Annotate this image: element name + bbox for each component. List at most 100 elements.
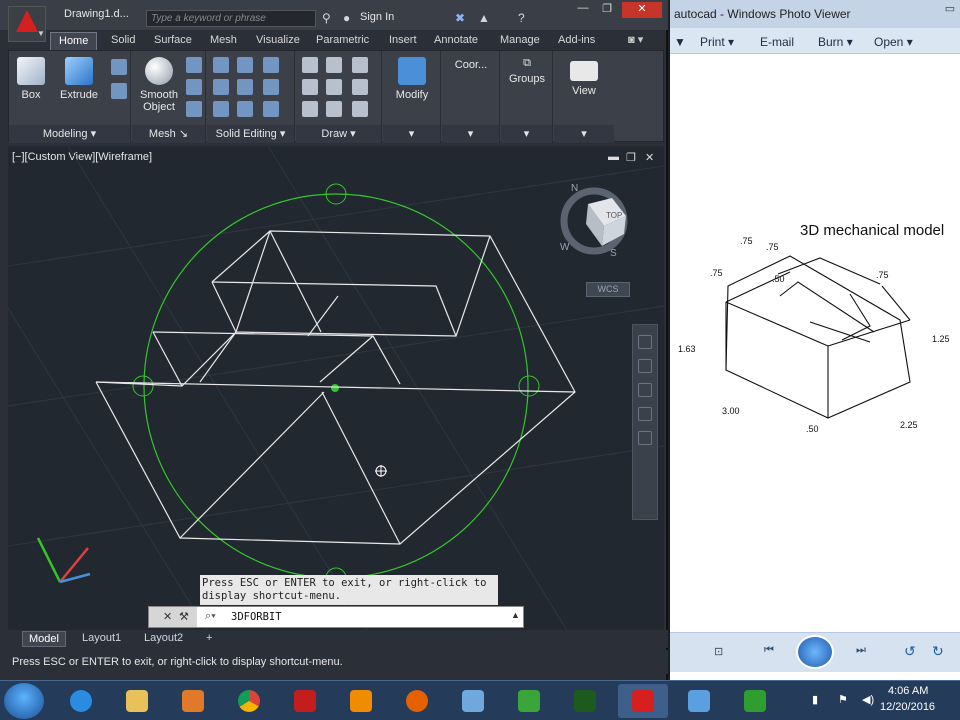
tab-layout2[interactable]: Layout2 xyxy=(138,631,189,647)
modify-panel-title[interactable]: ▾ xyxy=(383,125,440,143)
polysolid-icon[interactable] xyxy=(111,59,127,75)
chevron-up-icon[interactable]: ▲ xyxy=(511,610,520,620)
ellipse-icon[interactable] xyxy=(326,101,342,117)
taskbar-vlc[interactable] xyxy=(336,684,386,718)
view-panel-title[interactable]: ▾ xyxy=(554,125,614,143)
clock-time[interactable]: 4:06 AM xyxy=(888,685,928,697)
taskbar-media[interactable] xyxy=(168,684,218,718)
showmotion-icon[interactable] xyxy=(638,431,652,445)
hatch-icon[interactable] xyxy=(352,101,368,117)
taskbar-ie[interactable] xyxy=(56,684,106,718)
polygon-icon[interactable] xyxy=(302,101,318,117)
tab-model[interactable]: Model xyxy=(22,631,66,647)
recent-commands-icon[interactable]: ⌕▾ xyxy=(205,610,216,623)
menu-print[interactable]: Print ▾ xyxy=(700,35,734,49)
drawing-viewport[interactable]: [−][Custom View][Wireframe] ▬ ❐ ✕ N W S … xyxy=(8,146,664,632)
fit-window-icon[interactable]: ⊡ xyxy=(714,645,723,658)
network-icon[interactable]: ▮ xyxy=(812,693,818,706)
orbit-arcball[interactable] xyxy=(132,183,540,589)
line-icon[interactable] xyxy=(302,57,318,73)
mesh-crease-icon[interactable] xyxy=(186,101,202,117)
subtract-icon[interactable] xyxy=(213,79,229,95)
extrude-button[interactable]: Extrude xyxy=(57,57,101,101)
tab-surface[interactable]: Surface xyxy=(146,32,200,50)
menu-email[interactable]: E-mail xyxy=(760,35,794,49)
tab-insert[interactable]: Insert xyxy=(381,32,425,50)
viewcube[interactable]: N W S TOP xyxy=(560,183,628,259)
modeling-panel-title[interactable]: Modeling ▾ xyxy=(9,125,130,143)
groups-button[interactable]: ⧉ Groups xyxy=(503,57,551,85)
taskbar-terminal[interactable] xyxy=(560,684,610,718)
spline-icon[interactable] xyxy=(352,57,368,73)
wcs-menu[interactable]: WCS xyxy=(586,282,630,297)
coordinates-button[interactable]: Coor... xyxy=(446,59,496,71)
tab-layout1[interactable]: Layout1 xyxy=(76,631,127,647)
tab-home[interactable]: Home xyxy=(50,32,98,50)
union-icon[interactable] xyxy=(213,57,229,73)
tab-annotate[interactable]: Annotate xyxy=(426,32,486,50)
presspull-icon[interactable] xyxy=(111,83,127,99)
command-input[interactable]: 3DFORBIT xyxy=(231,611,282,623)
solid-editing-panel-title[interactable]: Solid Editing ▾ xyxy=(207,125,294,143)
box-button[interactable]: Box xyxy=(15,57,47,101)
separate-icon[interactable] xyxy=(263,101,279,117)
menu-burn[interactable]: Burn ▾ xyxy=(818,35,853,49)
photo-viewer-close-icon[interactable]: ▭ xyxy=(938,2,960,20)
maximize-button[interactable]: ❐ xyxy=(594,2,620,18)
polyline-icon[interactable] xyxy=(326,57,342,73)
circle-icon[interactable] xyxy=(352,79,368,95)
taskbar-chrome[interactable] xyxy=(224,684,274,718)
orbit-icon[interactable] xyxy=(638,407,652,421)
command-line-grip[interactable]: ✕ ⚒ xyxy=(149,607,197,627)
modify-button[interactable]: Modify xyxy=(387,57,437,101)
tab-add-ins[interactable]: Add-ins xyxy=(550,32,603,50)
menu-chevron-icon[interactable]: ▼ xyxy=(674,35,686,49)
exchange-icon[interactable]: ✖ xyxy=(455,11,465,25)
tab-solid[interactable]: Solid xyxy=(103,32,143,50)
tab-parametric[interactable]: Parametric xyxy=(308,32,377,50)
close-command-icon[interactable]: ✕ xyxy=(163,610,172,623)
search-input[interactable]: Type a keyword or phrase xyxy=(146,10,316,27)
flag-icon[interactable]: ⚑ xyxy=(838,693,848,706)
clock-date[interactable]: 12/20/2016 xyxy=(880,701,935,713)
tab-mesh[interactable]: Mesh xyxy=(202,32,245,50)
taskbar-paint[interactable] xyxy=(448,684,498,718)
volume-icon[interactable]: ◀) xyxy=(862,693,874,706)
ribbon-options-icon[interactable]: ◙ ▾ xyxy=(620,32,651,50)
extrude-faces-icon[interactable] xyxy=(263,79,279,95)
user-icon[interactable]: ● xyxy=(343,11,350,25)
taskbar-camtasia[interactable] xyxy=(504,684,554,718)
help-icon[interactable]: ? xyxy=(518,11,525,25)
pan-icon[interactable] xyxy=(638,359,652,373)
add-layout-icon[interactable]: + xyxy=(200,631,218,647)
imprint-icon[interactable] xyxy=(237,101,253,117)
mesh-panel-title[interactable]: Mesh ↘ xyxy=(132,125,205,143)
tab-visualize[interactable]: Visualize xyxy=(248,32,308,50)
taskbar-autocad[interactable] xyxy=(618,684,668,718)
rectangle-icon[interactable] xyxy=(326,79,342,95)
rotate-right-icon[interactable]: ↻ xyxy=(932,643,944,660)
tab-manage[interactable]: Manage xyxy=(492,32,548,50)
arc-icon[interactable] xyxy=(302,79,318,95)
slice-icon[interactable] xyxy=(237,57,253,73)
coordinates-panel-title[interactable]: ▾ xyxy=(442,125,499,143)
menu-open[interactable]: Open ▾ xyxy=(874,35,913,49)
zoom-icon[interactable] xyxy=(638,383,652,397)
extract-edges-icon[interactable] xyxy=(263,57,279,73)
taskbar-photo-viewer[interactable] xyxy=(674,684,724,718)
taskbar-camtasia-recorder[interactable] xyxy=(730,684,780,718)
groups-panel-title[interactable]: ▾ xyxy=(501,125,552,143)
a360-icon[interactable]: ▲ xyxy=(478,11,490,25)
minimize-button[interactable]: — xyxy=(570,2,596,18)
application-menu-button[interactable]: ▼ xyxy=(8,6,46,42)
slideshow-button[interactable] xyxy=(796,635,834,669)
sign-in-link[interactable]: Sign In xyxy=(360,11,394,23)
taskbar-explorer[interactable] xyxy=(112,684,162,718)
customize-icon[interactable]: ⚒ xyxy=(179,610,189,623)
smooth-object-button[interactable]: Smooth Object xyxy=(134,57,184,113)
intersect-icon[interactable] xyxy=(213,101,229,117)
mesh-refine-icon[interactable] xyxy=(186,79,202,95)
start-button[interactable] xyxy=(4,683,44,719)
taskbar-firefox[interactable] xyxy=(392,684,442,718)
draw-panel-title[interactable]: Draw ▾ xyxy=(296,125,381,143)
